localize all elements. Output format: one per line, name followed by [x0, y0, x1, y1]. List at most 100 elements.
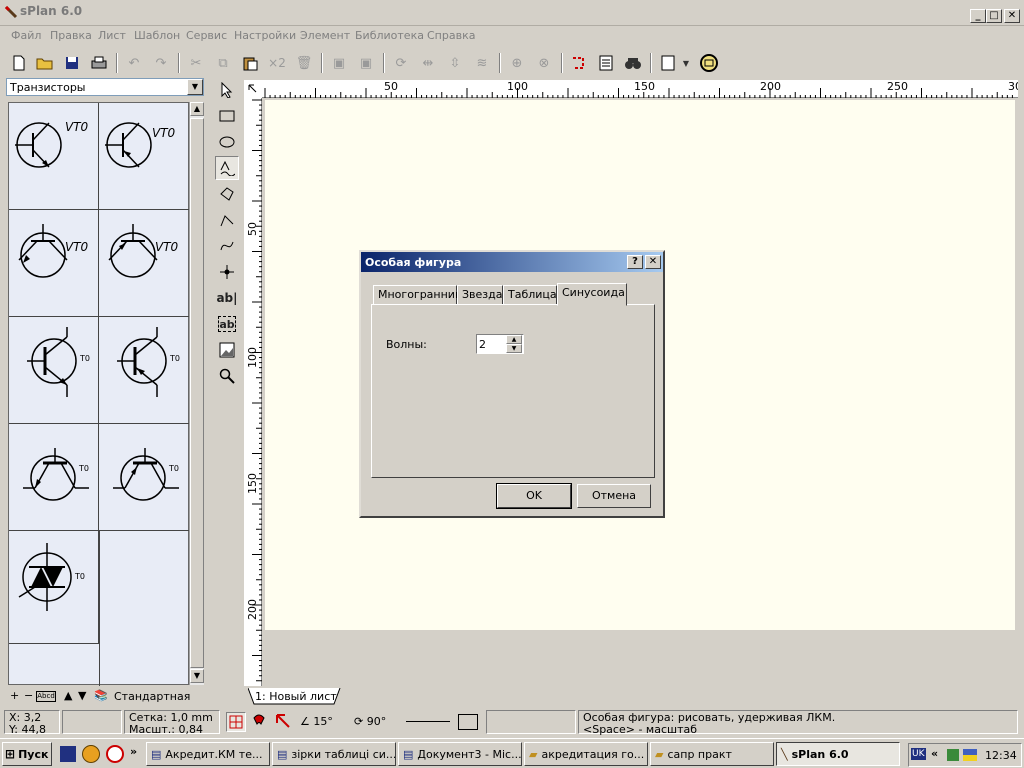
polyline-tool-icon[interactable] [215, 208, 239, 232]
start-button[interactable]: ⊞ Пуск [2, 742, 52, 766]
scroll-up-button[interactable]: ▲ [190, 102, 204, 116]
waves-value[interactable]: 2 [479, 338, 486, 351]
task-item[interactable]: ▰ сапр практ [650, 742, 774, 766]
delete-icon[interactable]: 🗑 [293, 52, 315, 74]
rotation-step[interactable]: ⟳ 90° [354, 716, 386, 727]
library-scrollbar[interactable]: ▲ ▼ [189, 102, 204, 685]
menu-file[interactable]: Файл [11, 29, 41, 42]
ruler-origin[interactable] [244, 80, 262, 98]
library-item[interactable]: T0 [9, 424, 99, 531]
print-icon[interactable] [88, 52, 110, 74]
tray-app-icon[interactable] [947, 749, 959, 761]
grid-options-icon[interactable] [657, 52, 679, 74]
tab-polygon[interactable]: Многогранник [373, 285, 462, 305]
library-item[interactable]: T0 [9, 317, 99, 424]
fill-style-preview[interactable] [458, 714, 478, 730]
send-back-icon[interactable]: ▣ [355, 52, 377, 74]
task-item-active[interactable]: ╲ sPlan 6.0 [776, 742, 900, 766]
close-button[interactable]: ✕ [1004, 9, 1020, 23]
save-icon[interactable] [60, 746, 76, 762]
dialog-close-button[interactable]: ✕ [645, 255, 661, 269]
align-icon[interactable]: ≋ [471, 52, 493, 74]
chevron-down-icon[interactable]: ▼ [679, 52, 693, 74]
parts-list-icon[interactable] [595, 52, 617, 74]
menu-library[interactable]: Библиотека [355, 29, 424, 42]
tab-table[interactable]: Таблица [503, 285, 557, 305]
junction-tool-icon[interactable] [215, 260, 239, 284]
dialog-title-bar[interactable]: Особая фигура ? ✕ [361, 252, 663, 272]
ok-button[interactable]: OK [496, 483, 572, 509]
snap-grid-icon[interactable] [226, 712, 246, 732]
bezier-tool-icon[interactable] [215, 234, 239, 258]
redo-icon[interactable]: ↷ [150, 52, 172, 74]
minimize-button[interactable]: _ [970, 9, 986, 23]
menu-template[interactable]: Шаблон [134, 29, 180, 42]
rotate-icon[interactable]: ⟳ [390, 52, 412, 74]
rectangle-tool-icon[interactable] [215, 104, 239, 128]
menu-help[interactable]: Справка [427, 29, 475, 42]
language-indicator[interactable]: UK [911, 748, 926, 760]
cancel-button[interactable]: Отмена [577, 484, 651, 508]
duplicate-x2-icon[interactable]: ×2 [266, 52, 288, 74]
move-down-icon[interactable]: ▼ [78, 689, 86, 702]
angle-snap[interactable]: ∠ 15° [300, 716, 333, 727]
library-name[interactable]: Стандартная [114, 690, 190, 703]
textbox-tool-icon[interactable]: ab [218, 316, 236, 332]
pointer-icon[interactable] [215, 78, 239, 102]
scroll-down-button[interactable]: ▼ [190, 669, 204, 683]
quicklaunch-app-icon[interactable] [106, 745, 124, 763]
special-shape-tool-icon[interactable] [215, 156, 239, 180]
paste-icon[interactable] [239, 52, 261, 74]
task-item[interactable]: ▤ зірки таблиці си... [272, 742, 396, 766]
library-item[interactable]: VT0 [99, 210, 189, 317]
spin-down-button[interactable]: ▼ [506, 344, 522, 353]
ellipse-tool-icon[interactable] [215, 130, 239, 154]
wire-tool-icon[interactable] [568, 52, 590, 74]
library-category-select[interactable]: Транзисторы ▼ [6, 78, 204, 96]
group-icon[interactable]: ⊕ [506, 52, 528, 74]
move-up-icon[interactable]: ▲ [64, 689, 72, 702]
add-icon[interactable]: + [10, 689, 19, 702]
line-style-preview[interactable] [406, 721, 450, 722]
bring-front-icon[interactable]: ▣ [328, 52, 350, 74]
find-binoculars-icon[interactable] [622, 52, 644, 74]
remove-icon[interactable]: − [24, 689, 33, 702]
maximize-button[interactable]: □ [986, 9, 1002, 23]
library-item[interactable]: VT0 [9, 103, 99, 210]
copy-icon[interactable]: ⧉ [212, 52, 234, 74]
spin-up-button[interactable]: ▲ [506, 335, 522, 344]
waves-spinner[interactable]: 2 ▲ ▼ [476, 334, 524, 354]
grid-panel[interactable]: Сетка: 1,0 mm Масшт.: 0,84 [124, 710, 220, 735]
menu-sheet[interactable]: Лист [98, 29, 126, 42]
library-item[interactable]: VT0 [99, 103, 189, 210]
zoom-tool-icon[interactable] [215, 364, 239, 388]
task-item[interactable]: ▤ Документ3 - Mic... [398, 742, 522, 766]
tab-star[interactable]: Звезда [457, 285, 503, 305]
image-tool-icon[interactable] [215, 338, 239, 362]
library-item[interactable]: VT0 [9, 210, 99, 317]
library-item[interactable]: T0 [99, 424, 189, 531]
menu-service[interactable]: Сервис [186, 29, 227, 42]
clock[interactable]: 12:34 [985, 749, 1017, 762]
menu-edit[interactable]: Правка [50, 29, 92, 42]
new-file-icon[interactable] [8, 52, 30, 74]
task-item[interactable]: ▰ акредитация го... [524, 742, 648, 766]
chevron-double-right-icon[interactable]: » [130, 745, 137, 758]
scroll-thumb[interactable] [190, 118, 204, 668]
text-tool-icon[interactable]: ab| [215, 286, 239, 310]
mirror-v-icon[interactable]: ⇳ [444, 52, 466, 74]
polygon-tool-icon[interactable] [215, 182, 239, 206]
sheet-tab[interactable]: 1: Новый лист [255, 690, 337, 703]
ungroup-icon[interactable]: ⊗ [533, 52, 555, 74]
menu-settings[interactable]: Настройки [234, 29, 296, 42]
open-folder-icon[interactable] [34, 52, 56, 74]
library-item[interactable]: T0 [99, 317, 189, 424]
mirror-h-icon[interactable]: ⇹ [417, 52, 439, 74]
cut-icon[interactable]: ✂ [185, 52, 207, 74]
rubber-band-icon[interactable] [274, 712, 294, 732]
save-icon[interactable] [61, 52, 83, 74]
rename-icon[interactable]: Abcd [36, 691, 56, 702]
chevron-double-left-icon[interactable]: « [931, 747, 938, 760]
zoom-page-icon[interactable] [698, 52, 720, 74]
chevron-down-icon[interactable]: ▼ [187, 79, 203, 95]
